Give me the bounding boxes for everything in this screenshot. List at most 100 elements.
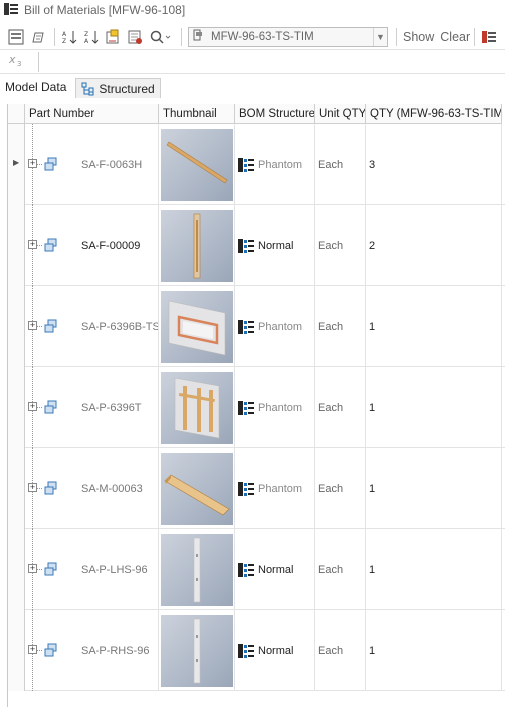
bom-structure-value: Normal [258,563,294,576]
unit-qty-cell[interactable]: Each [315,448,366,529]
bom-report-icon[interactable] [479,27,499,47]
report-icon[interactable] [125,27,145,47]
column-header-unit-qty[interactable]: Unit QTY [315,104,366,124]
thumbnail-cell[interactable] [159,367,235,448]
tab-model-data[interactable]: Model Data [0,78,72,98]
edit-button[interactable] [28,27,48,47]
unit-qty-value: Each [318,239,344,252]
qty-cell[interactable]: 1 [366,367,502,448]
qty-cell[interactable]: 2 [366,205,502,286]
part-number-cell[interactable]: SA-F-0063H [78,124,159,205]
table-row[interactable]: + SA-F-00009 Normal Each 2 [8,205,505,286]
part-number-cell[interactable]: SA-P-6396T [78,367,159,448]
column-header-qty[interactable]: QTY (MFW-96-63-TS-TIM) [366,104,502,124]
sort-ascending-icon[interactable]: AZ [59,27,79,47]
part-icon [44,481,58,498]
column-header-thumbnail[interactable]: Thumbnail [159,104,235,124]
part-thumbnail [161,209,233,282]
qty-cell[interactable]: 1 [366,448,502,529]
bom-structure-icon [238,400,254,415]
unit-qty-value: Each [318,644,344,657]
tab-structured[interactable]: Structured [75,78,161,98]
row-selector[interactable] [8,205,25,286]
thumbnail-cell[interactable] [159,529,235,610]
column-header-bom-structure[interactable]: BOM Structure [235,104,315,124]
unit-qty-cell[interactable]: Each [315,610,366,691]
part-number: SA-P-6396B-TS [81,320,159,333]
bom-structure-value: Normal [258,239,294,252]
table-row[interactable]: + SA-P-LHS-96 Normal Each 1 [8,529,505,610]
model-state-dropdown[interactable]: MFW-96-63-TS-TIM ▼ [188,26,388,47]
show-button[interactable]: Show [403,30,434,44]
expand-icon[interactable]: + [28,321,37,330]
chevron-down-icon[interactable]: ▼ [373,27,387,46]
formula-icon[interactable]: x3 [8,52,26,71]
expand-icon[interactable]: + [28,240,37,249]
bom-settings-button[interactable] [6,27,26,47]
row-selector[interactable] [8,286,25,367]
unit-qty-value: Each [318,158,344,171]
formula-input[interactable] [38,52,505,72]
thumbnail-cell[interactable] [159,124,235,205]
clear-button[interactable]: Clear [440,30,470,44]
column-header-part-number[interactable]: Part Number [25,104,159,124]
bom-structure-cell[interactable]: Normal [235,529,315,610]
export-icon[interactable] [103,27,123,47]
bom-structure-cell[interactable]: Phantom [235,286,315,367]
structured-icon [81,82,95,96]
table-row[interactable]: + SA-P-6396B-TS Phantom Each 1 [8,286,505,367]
qty-value: 2 [369,239,376,252]
bom-structure-cell[interactable]: Normal [235,205,315,286]
row-selector[interactable] [8,529,25,610]
table-row[interactable]: + SA-P-6396T Phantom Each 1 [8,367,505,448]
table-row[interactable]: ▶ + SA-F-0063H Phantom Each 3 [8,124,505,205]
expand-icon[interactable]: + [28,483,37,492]
expand-icon[interactable]: + [28,402,37,411]
unit-qty-cell[interactable]: Each [315,124,366,205]
qty-cell[interactable]: 1 [366,529,502,610]
bom-structure-cell[interactable]: Phantom [235,448,315,529]
unit-qty-cell[interactable]: Each [315,529,366,610]
table-row[interactable]: + SA-M-00063 Phantom Each 1 [8,448,505,529]
qty-cell[interactable]: 1 [366,610,502,691]
expand-icon[interactable]: + [28,159,37,168]
part-number-cell[interactable]: SA-P-6396B-TS [78,286,159,367]
sort-descending-icon[interactable]: ZA [81,27,101,47]
svg-text:Z: Z [62,38,66,45]
current-row-arrow-icon: ▶ [13,158,20,167]
thumbnail-cell[interactable] [159,448,235,529]
part-icon [44,400,58,417]
part-number-cell[interactable]: SA-P-RHS-96 [78,610,159,691]
table-row[interactable]: + SA-P-RHS-96 Normal Each 1 [8,610,505,691]
part-number-cell[interactable]: SA-M-00063 [78,448,159,529]
thumbnail-cell[interactable] [159,286,235,367]
unit-qty-cell[interactable]: Each [315,286,366,367]
bom-structure-cell[interactable]: Phantom [235,367,315,448]
qty-value: 1 [369,401,376,414]
qty-cell[interactable]: 3 [366,124,502,205]
part-thumbnail [161,614,233,687]
bom-structure-cell[interactable]: Phantom [235,124,315,205]
part-icon [44,157,58,174]
unit-qty-value: Each [318,482,344,495]
bom-structure-cell[interactable]: Normal [235,610,315,691]
thumbnail-cell[interactable] [159,205,235,286]
row-selector[interactable] [8,448,25,529]
qty-value: 1 [369,482,376,495]
unit-qty-cell[interactable]: Each [315,205,366,286]
unit-qty-value: Each [318,401,344,414]
expand-icon[interactable]: + [28,645,37,654]
qty-cell[interactable]: 1 [366,286,502,367]
row-selector[interactable] [8,367,25,448]
qty-value: 1 [369,644,376,657]
row-selector[interactable]: ▶ [8,124,25,205]
row-selector[interactable] [8,610,25,691]
part-number-cell[interactable]: SA-P-LHS-96 [78,529,159,610]
unit-qty-value: Each [318,320,344,333]
main-toolbar: AZ ZA MFW-96-63-TS-TIM ▼ Show Clear [0,24,505,50]
find-icon[interactable] [147,27,175,47]
part-number-cell[interactable]: SA-F-00009 [78,205,159,286]
unit-qty-cell[interactable]: Each [315,367,366,448]
expand-icon[interactable]: + [28,564,37,573]
thumbnail-cell[interactable] [159,610,235,691]
